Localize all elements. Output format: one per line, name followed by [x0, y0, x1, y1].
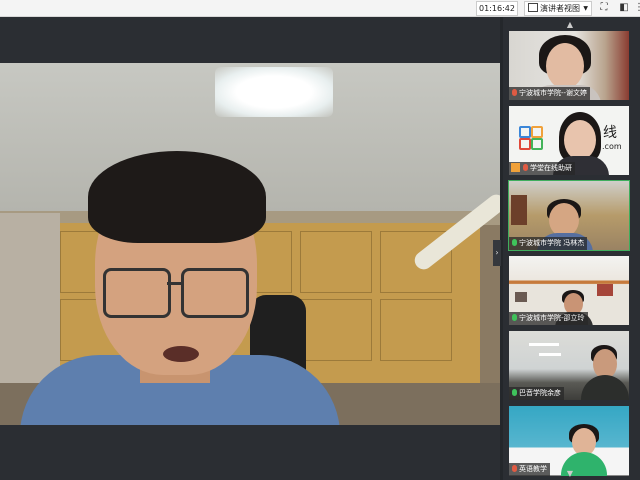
- tile-person-face: [549, 203, 579, 237]
- chevron-down-icon: ▼: [583, 5, 588, 12]
- brand-logo-icon: [531, 138, 543, 150]
- more-icon[interactable]: ⋮: [634, 1, 640, 15]
- participant-label: 宁波城市学院--谢文婷: [509, 87, 591, 100]
- presenter-view-icon: [528, 3, 538, 12]
- top-toolbar: 01:16:42 演讲者视图 ▼ ⛶ ◧ ⋮: [0, 0, 640, 17]
- participant-tile[interactable]: 巴音学院余彦: [509, 331, 629, 400]
- participant-tile[interactable]: 宁波城市学院 冯林杰: [508, 180, 630, 251]
- participant-tile[interactable]: 宁波城市学院-邵立玲: [509, 256, 629, 325]
- tile-wall-picture: [511, 195, 527, 225]
- participant-label: 学堂在线助研: [509, 162, 575, 175]
- participant-name: 宁波城市学院--谢文婷: [519, 89, 588, 97]
- scroll-down-icon[interactable]: ▼: [560, 469, 580, 479]
- mic-muted-icon: [523, 164, 528, 171]
- session-timer: 01:16:42: [476, 1, 518, 16]
- tile-ceiling-light: [529, 343, 559, 346]
- view-selector[interactable]: 演讲者视图 ▼: [524, 1, 592, 16]
- participant-name: 巴音学院余彦: [519, 389, 561, 397]
- mic-muted-icon: [512, 465, 517, 472]
- organizer-icon: [511, 163, 520, 172]
- mic-icon: [512, 389, 517, 396]
- tile-wall-picture: [515, 292, 527, 302]
- participant-name: 宁波城市学院-邵立玲: [519, 314, 585, 322]
- participant-label: 宁波城市学院 冯林杰: [509, 237, 588, 250]
- participant-name: 宁波城市学院 冯林杰: [519, 239, 585, 247]
- collapse-panel-button[interactable]: ›: [493, 240, 501, 266]
- brand-text: 线: [603, 125, 617, 141]
- main-video[interactable]: [0, 63, 500, 425]
- participant-label: 英语教学: [509, 463, 550, 476]
- fullscreen-icon[interactable]: ⛶: [597, 1, 611, 15]
- brand-subtext: .com: [602, 142, 622, 151]
- participant-name: 学堂在线助研: [530, 164, 572, 172]
- tile-person-face: [546, 43, 584, 89]
- participant-tile[interactable]: 宁波城市学院--谢文婷: [509, 31, 629, 100]
- brand-logo-icon: [531, 126, 543, 138]
- mic-icon: [512, 239, 517, 246]
- participant-label: 宁波城市学院-邵立玲: [509, 312, 588, 325]
- layout-icon[interactable]: ◧: [617, 1, 631, 15]
- mic-muted-icon: [512, 89, 517, 96]
- tile-person-face: [564, 120, 596, 160]
- participant-label: 巴音学院余彦: [509, 387, 564, 400]
- tile-wall-picture: [597, 284, 613, 296]
- brand-logo-icon: [519, 138, 531, 150]
- participant-tile[interactable]: 线 .com 学堂在线助研: [509, 106, 629, 175]
- view-selector-label: 演讲者视图: [540, 4, 580, 13]
- mic-icon: [512, 314, 517, 321]
- scroll-up-icon[interactable]: ▲: [560, 20, 580, 30]
- video-ceiling-light: [215, 67, 333, 117]
- participant-name: 英语教学: [519, 465, 547, 473]
- tile-ceiling-light: [539, 353, 561, 356]
- video-speaker-glasses: [103, 268, 249, 318]
- participant-tile[interactable]: 英语教学: [509, 406, 629, 476]
- video-speaker-mouth: [163, 346, 199, 362]
- brand-logo-icon: [519, 126, 531, 138]
- video-speaker-hair: [88, 151, 266, 243]
